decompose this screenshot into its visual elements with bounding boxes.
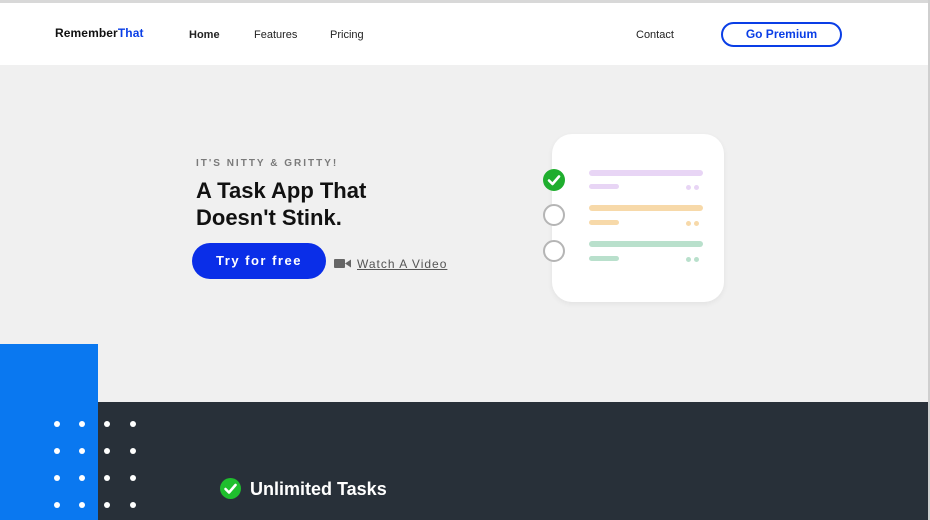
- grid-dot: [104, 475, 110, 481]
- nav-link-contact[interactable]: Contact: [636, 29, 674, 41]
- nav-link-pricing[interactable]: Pricing: [330, 29, 364, 41]
- task-dot-3b: [694, 257, 699, 262]
- hero-headline: A Task App That Doesn't Stink.: [196, 178, 367, 230]
- logo-accent-text: That: [117, 26, 144, 40]
- task-dot-1a: [686, 185, 691, 190]
- go-premium-button[interactable]: Go Premium: [721, 22, 842, 47]
- video-camera-icon[interactable]: [334, 258, 351, 269]
- task-bar-3: [589, 241, 703, 247]
- grid-dot: [79, 421, 85, 427]
- task-subbar-2: [589, 220, 619, 225]
- try-for-free-button[interactable]: Try for free: [192, 243, 326, 279]
- task-list-illustration: [543, 134, 724, 302]
- logo-main-text: Remember: [55, 26, 118, 40]
- logo[interactable]: RememberThat: [55, 26, 144, 40]
- top-navigation: RememberThat Home Features Pricing Conta…: [0, 3, 928, 65]
- task-bar-2: [589, 205, 703, 211]
- checked-circle-icon: [543, 169, 565, 191]
- grid-dot: [130, 475, 136, 481]
- grid-dot: [54, 448, 60, 454]
- feature-title: Unlimited Tasks: [250, 479, 387, 499]
- grid-dot: [130, 502, 136, 508]
- grid-dot: [79, 448, 85, 454]
- unchecked-circle-icon: [543, 204, 565, 226]
- grid-dot: [54, 421, 60, 427]
- hero-section: IT'S NITTY & GRITTY! A Task App That Doe…: [0, 65, 928, 402]
- nav-link-features[interactable]: Features: [254, 29, 297, 41]
- grid-dot: [104, 448, 110, 454]
- task-dot-3a: [686, 257, 691, 262]
- grid-dot: [130, 421, 136, 427]
- watch-video-link[interactable]: Watch A Video: [357, 257, 447, 271]
- grid-dot: [130, 448, 136, 454]
- check-circle-icon: [220, 478, 241, 499]
- task-subbar-3: [589, 256, 619, 261]
- grid-dot: [104, 421, 110, 427]
- features-section: [0, 402, 928, 520]
- hero-eyebrow: IT'S NITTY & GRITTY!: [196, 158, 339, 169]
- grid-dot: [79, 475, 85, 481]
- grid-dot: [104, 502, 110, 508]
- decorative-blue-block: [0, 344, 98, 520]
- grid-dot: [79, 502, 85, 508]
- task-subbar-1: [589, 184, 619, 189]
- task-bar-1: [589, 170, 703, 176]
- nav-link-home[interactable]: Home: [189, 29, 220, 41]
- task-dot-2b: [694, 221, 699, 226]
- unchecked-circle-icon: [543, 240, 565, 262]
- grid-dot: [54, 502, 60, 508]
- task-dot-2a: [686, 221, 691, 226]
- task-dot-1b: [694, 185, 699, 190]
- grid-dot: [54, 475, 60, 481]
